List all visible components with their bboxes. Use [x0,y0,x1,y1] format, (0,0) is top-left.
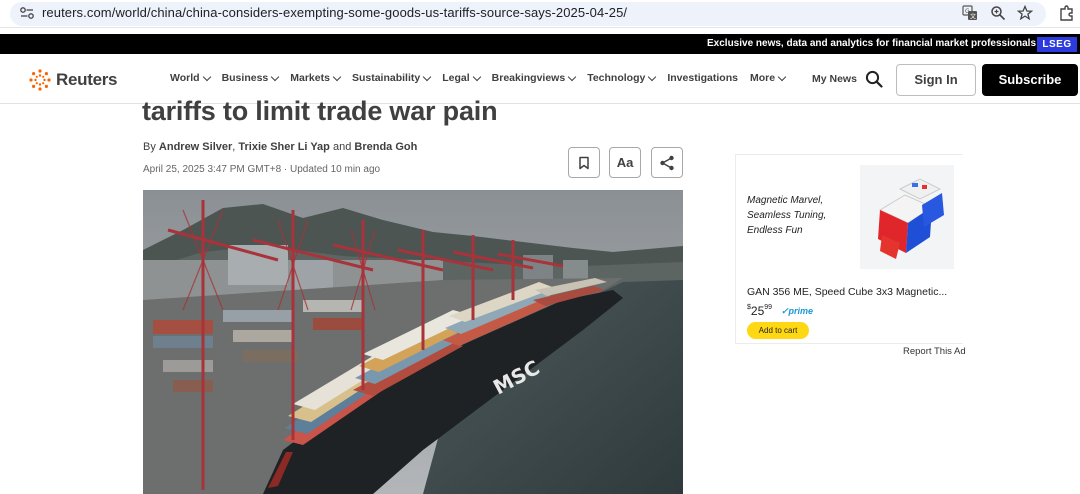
chevron-down-icon [777,72,787,81]
nav-item-investigations[interactable]: Investigations [667,72,738,84]
share-button[interactable] [651,147,683,178]
nav-item-sustainability[interactable]: Sustainability [351,72,432,84]
nav-item-technology[interactable]: Technology [587,72,657,84]
share-icon [660,155,674,170]
prime-badge: ✓prime [781,306,814,316]
add-to-cart-button[interactable]: Add to cart [747,322,809,339]
nav-label: More [749,72,776,84]
nav-label: Legal [442,72,470,84]
price-whole: 25 [750,304,765,318]
author-link[interactable]: Trixie Sher Li Yap [238,141,330,153]
article-headline: tariffs to limit trade war pain [142,96,498,126]
chevron-down-icon [202,72,211,81]
container-port-image: MSC [143,190,683,494]
nav-label: Breakingviews [491,72,566,84]
byline: By Andrew Silver, Trixie Sher Li Yap and… [143,141,417,153]
price-cents: 99 [764,304,773,311]
ad-price: $2599 [747,304,772,318]
ad-tagline: Magnetic Marvel, Seamless Tuning, Endles… [747,195,827,236]
nav-label: Markets [290,72,330,84]
chevron-down-icon [648,72,657,81]
nav-label: Sustainability [351,72,421,84]
sign-in-button[interactable]: Sign In [896,64,976,96]
lseg-badge[interactable]: LSEG [1037,37,1077,52]
nav-label: Business [221,72,269,84]
author-link[interactable]: Brenda Goh [354,141,417,153]
zoom-icon[interactable] [990,5,1006,21]
bookmark-icon [579,156,589,169]
nav-item-breakingviews[interactable]: Breakingviews [491,72,577,84]
logo-text: Reuters [56,70,118,89]
reuters-logo-icon [29,69,51,91]
main-nav: World Business Markets Sustainability Le… [170,72,797,84]
chevron-down-icon [332,72,342,81]
site-info-icon[interactable] [19,6,35,20]
my-news-link[interactable]: My News [812,73,857,85]
byline-prefix: By [143,141,156,153]
font-size-button[interactable]: Aa [609,147,641,178]
svg-text:文: 文 [970,13,976,21]
extensions-icon[interactable] [1058,4,1076,22]
promo-text[interactable]: Exclusive news, data and analytics for f… [707,38,1036,49]
ad-product-image[interactable] [860,165,954,269]
font-size-label: Aa [616,155,634,170]
search-icon[interactable] [865,70,883,88]
nav-item-markets[interactable]: Markets [290,72,342,84]
amazon-ad[interactable]: Magnetic Marvel, Seamless Tuning, Endles… [735,154,963,344]
chevron-down-icon [567,72,577,81]
nav-item-business[interactable]: Business [221,72,280,84]
chevron-down-icon [422,72,432,81]
bookmark-star-icon[interactable] [1017,5,1033,21]
nav-item-world[interactable]: World [170,72,211,84]
author-link[interactable]: Andrew Silver [159,141,232,153]
url-text[interactable]: reuters.com/world/china/china-considers-… [42,5,627,20]
article-photo[interactable]: MSC [143,190,683,494]
subscribe-button[interactable]: Subscribe [982,64,1078,96]
byline-and: and [332,141,352,153]
ad-product-title[interactable]: GAN 356 ME, Speed Cube 3x3 Magnetic... [747,286,957,298]
article-date: April 25, 2025 3:47 PM GMT+8 · Updated 1… [143,164,381,175]
nav-label: World [170,72,200,84]
nav-item-more[interactable]: More [749,72,787,84]
speed-cube-image [878,178,944,259]
chevron-down-icon [271,72,280,81]
save-article-button[interactable] [568,147,600,178]
report-ad-link[interactable]: Report This Ad [903,346,966,357]
browser-address-bar: reuters.com/world/china/china-considers-… [0,0,1080,28]
chevron-down-icon [472,72,481,81]
nav-label: Technology [587,72,646,84]
nav-item-legal[interactable]: Legal [442,72,481,84]
reuters-logo[interactable]: Reuters [28,68,118,92]
translate-icon[interactable]: G 文 [962,5,978,21]
promo-strip: Exclusive news, data and analytics for f… [0,34,1080,54]
nav-label: Investigations [667,72,738,84]
